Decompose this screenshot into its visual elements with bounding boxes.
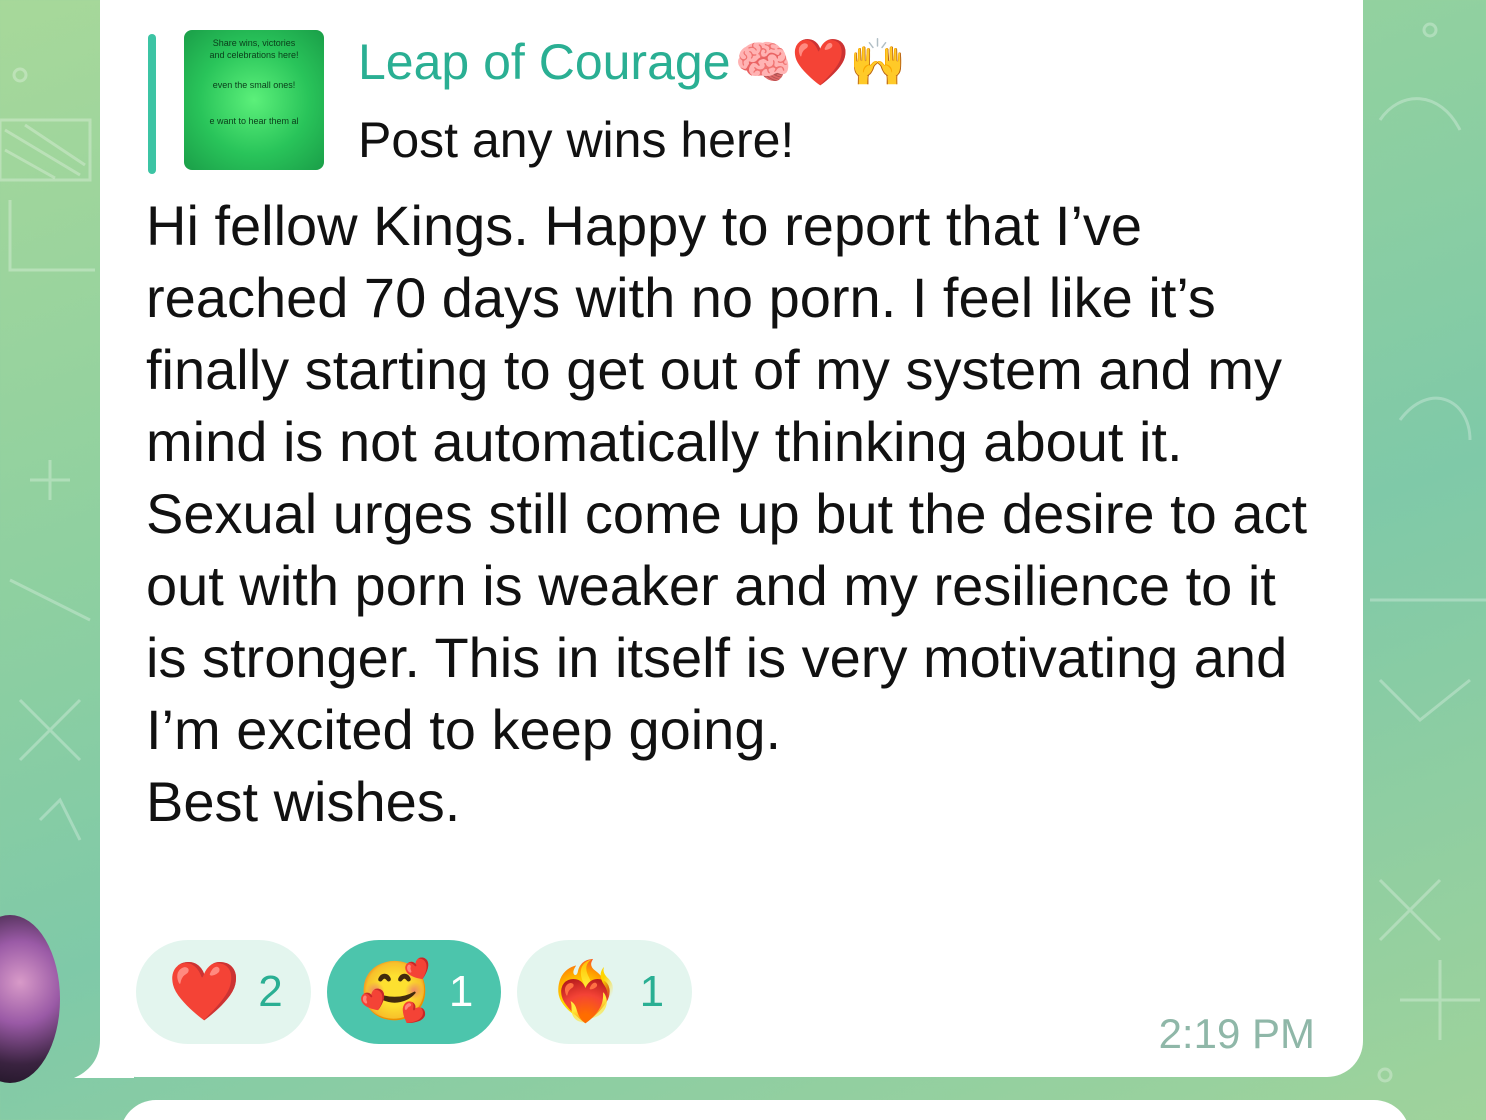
reaction-count: 1 (448, 967, 474, 1016)
reply-thumbnail: Share wins, victories and celebrations h… (184, 30, 324, 170)
reaction-heart[interactable]: ❤️ 2 (136, 940, 311, 1044)
message-bubble: Share wins, victories and celebrations h… (100, 0, 1363, 1077)
reply-title-row: Leap of Courage 🧠❤️🙌 (358, 32, 906, 92)
smiling-face-hearts-emoji-icon: 🥰 (358, 959, 431, 1024)
reply-subtitle: Post any wins here! (358, 112, 795, 168)
message-text: Hi fellow Kings. Happy to report that I’… (146, 194, 1308, 833)
next-message-bubble (120, 1100, 1410, 1120)
reply-preview[interactable]: Share wins, victories and celebrations h… (148, 30, 906, 174)
thumb-line: even the small ones! (212, 80, 296, 90)
heart-on-fire-emoji-icon: ❤️‍🔥 (549, 959, 622, 1024)
reactions-row: ❤️ 2 🥰 1 ❤️‍🔥 1 (136, 940, 693, 1044)
reaction-heart-on-fire[interactable]: ❤️‍🔥 1 (517, 940, 693, 1044)
reaction-smiling-hearts[interactable]: 🥰 1 (326, 940, 502, 1044)
reply-title: Leap of Courage (358, 34, 731, 90)
reaction-count: 1 (639, 967, 665, 1016)
reply-title-emojis: 🧠❤️🙌 (734, 36, 907, 88)
thumb-line: and celebrations here! (209, 50, 299, 60)
thumb-line: e want to hear them al (209, 116, 299, 126)
reply-accent-bar (148, 34, 156, 174)
message-timestamp: 2:19 PM (1158, 1010, 1315, 1057)
heart-emoji-icon: ❤️ (168, 959, 241, 1024)
reaction-count: 2 (258, 967, 283, 1016)
sender-avatar[interactable] (0, 915, 60, 1083)
bubble-tail (74, 1040, 134, 1078)
thumb-line: Share wins, victories (212, 38, 296, 48)
reply-text: Leap of Courage 🧠❤️🙌 Post any wins here! (358, 30, 906, 170)
